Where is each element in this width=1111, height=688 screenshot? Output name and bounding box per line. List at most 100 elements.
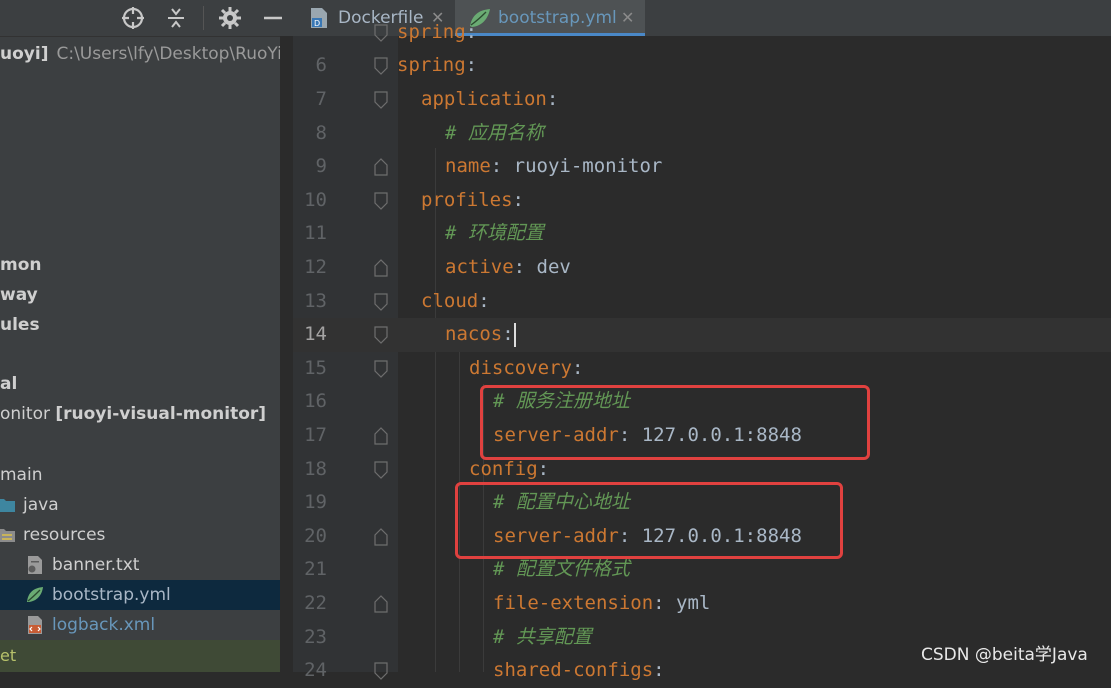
fold-open-icon[interactable] — [374, 325, 388, 345]
fold-end-icon[interactable] — [374, 426, 388, 446]
fold-open-icon[interactable] — [374, 56, 388, 76]
code-line[interactable]: 10 profiles: — [293, 184, 1111, 218]
yaml-key: application — [421, 88, 547, 111]
line-number: 15 — [304, 356, 327, 379]
yaml-key: profiles — [421, 188, 513, 211]
resources-folder-icon — [0, 529, 15, 542]
module-name: [ruoyi-visual-monitor] — [55, 404, 267, 424]
line-number: 18 — [304, 457, 327, 480]
line-number: 9 — [315, 155, 327, 178]
gear-icon[interactable] — [217, 5, 243, 31]
code-text: application: — [421, 83, 558, 117]
code-line[interactable]: 15 discovery: — [293, 352, 1111, 386]
yaml-separator: : — [653, 659, 665, 682]
code-line[interactable]: 12 active: dev — [293, 251, 1111, 285]
project-panel: uoyi] C:\Users\lfy\Desktop\RuoYi-C mon wa… — [0, 0, 280, 672]
line-number: 19 — [304, 491, 327, 514]
yaml-value: yml — [664, 592, 711, 615]
yaml-separator: : — [512, 188, 524, 211]
collapse-all-icon[interactable] — [163, 5, 189, 31]
yaml-separator: : — [513, 256, 526, 279]
tree-item-label: al — [0, 374, 18, 394]
project-root-name: uoyi] — [0, 44, 49, 64]
highlight-box-discovery — [480, 385, 870, 460]
tree-item-banner[interactable]: banner.txt — [0, 550, 280, 580]
code-line[interactable]: 8 # 应用名称 — [293, 117, 1111, 151]
code-line[interactable]: 9 name: ruoyi-monitor — [293, 150, 1111, 184]
code-text: discovery: — [469, 352, 583, 386]
tree-item-common[interactable]: mon — [0, 250, 280, 280]
code-text: profiles: — [421, 184, 524, 218]
yaml-value: dev — [525, 256, 571, 279]
line-number: 23 — [304, 625, 327, 648]
tree-item-java[interactable]: java — [0, 490, 280, 520]
fold-open-icon[interactable] — [374, 292, 388, 312]
tree-item-monitor-module[interactable]: onitor [ruoyi-visual-monitor] — [0, 399, 280, 429]
minimize-icon[interactable] — [260, 5, 286, 31]
project-root-path: C:\Users\lfy\Desktop\RuoYi-C — [56, 44, 280, 64]
watermark: CSDN @beita学Java — [921, 645, 1088, 665]
yaml-key: cloud — [421, 289, 479, 312]
fold-open-icon[interactable] — [374, 460, 388, 480]
tree-item-main[interactable]: main — [0, 460, 280, 490]
tree-item-gateway[interactable]: way — [0, 280, 280, 310]
code-text: active: dev — [445, 251, 571, 285]
xml-file-icon — [28, 616, 42, 634]
yaml-key: active — [445, 256, 514, 279]
yaml-separator: : — [465, 54, 478, 77]
fold-open-icon[interactable] — [374, 191, 388, 211]
yaml-separator: : — [490, 155, 503, 178]
highlight-box-config — [455, 482, 843, 559]
fold-end-icon[interactable] — [374, 527, 388, 547]
code-text: # 共享配置 — [493, 621, 592, 655]
code-line[interactable]: 22 file-extension: yml — [293, 587, 1111, 621]
code-text: spring: — [397, 16, 477, 50]
code-text: cloud: — [421, 285, 490, 319]
yaml-key: file-extension — [493, 592, 654, 615]
panel-divider[interactable] — [280, 36, 293, 672]
code-text: nacos: — [445, 318, 516, 352]
toolbar-separator — [203, 6, 204, 30]
folder-icon — [0, 499, 15, 512]
text-file-icon — [28, 556, 42, 574]
project-root[interactable]: uoyi] C:\Users\lfy\Desktop\RuoYi-C — [0, 44, 280, 64]
code-comment: # 环境配置 — [445, 222, 544, 245]
tree-item-label: way — [0, 285, 38, 305]
line-number: 10 — [304, 188, 327, 211]
fold-open-icon[interactable] — [374, 661, 388, 681]
code-text: # 环境配置 — [445, 217, 544, 251]
fold-open-icon[interactable] — [374, 90, 388, 110]
fold-end-icon[interactable] — [374, 258, 388, 278]
locate-icon[interactable] — [120, 5, 146, 31]
line-number: 11 — [304, 222, 327, 245]
line-number: 6 — [315, 54, 327, 77]
tree-item-visual[interactable]: al — [0, 369, 280, 399]
fold-end-icon[interactable] — [374, 594, 388, 614]
tree-item-label: java — [23, 495, 59, 515]
bottom-strip: et — [0, 640, 280, 672]
line-number: 17 — [304, 424, 327, 447]
tree-item-modules[interactable]: ules — [0, 310, 280, 340]
tree-item-label: mon — [0, 255, 42, 275]
tree-item-bootstrap-yml[interactable]: bootstrap.yml — [0, 580, 280, 610]
tree-item-logback-xml[interactable]: logback.xml — [0, 610, 280, 640]
code-line[interactable]: 7 application: — [293, 83, 1111, 117]
line-number: 20 — [304, 524, 327, 547]
bottom-strip-label: et — [0, 646, 17, 665]
yaml-key: shared-configs — [493, 659, 654, 682]
code-line[interactable]: 11 # 环境配置 — [293, 217, 1111, 251]
code-line[interactable]: spring: — [293, 16, 1111, 50]
code-text: spring: — [397, 49, 477, 83]
tree-item-label: ules — [0, 315, 40, 335]
tree-item-resources[interactable]: resources — [0, 520, 280, 550]
line-number: 8 — [315, 121, 327, 144]
fold-end-icon[interactable] — [374, 157, 388, 177]
fold-open-icon[interactable] — [374, 359, 388, 379]
code-line[interactable]: 14 nacos: — [293, 318, 1111, 352]
project-toolbar — [0, 0, 300, 37]
code-line[interactable]: 13 cloud: — [293, 285, 1111, 319]
tree-item-label: onitor — [0, 404, 56, 424]
fold-open-icon[interactable] — [374, 23, 388, 43]
tree-item-label: logback.xml — [52, 615, 156, 635]
code-line[interactable]: 6 spring: — [293, 49, 1111, 83]
